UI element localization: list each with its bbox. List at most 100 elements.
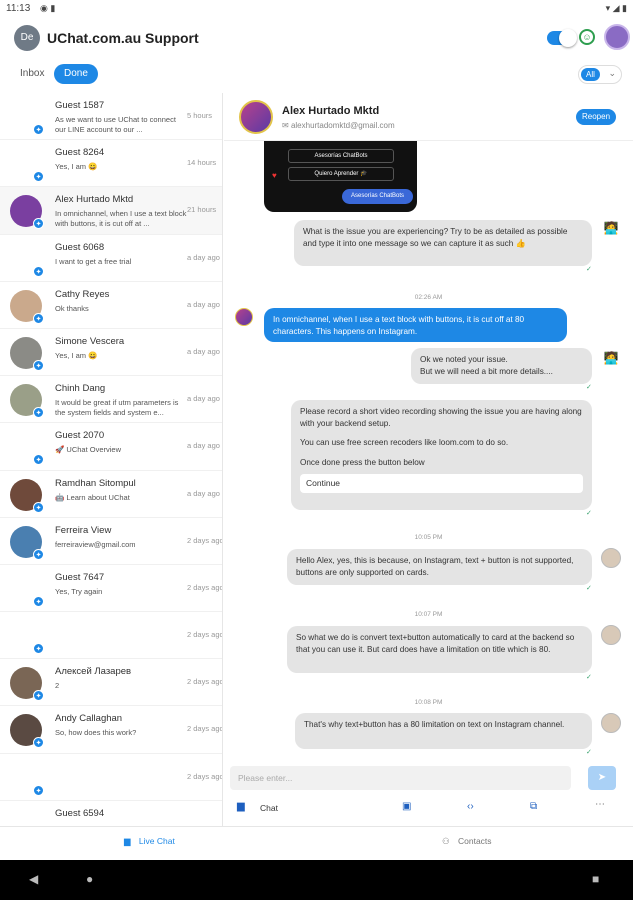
message-text: You can use free screen recoders like lo… <box>300 438 509 447</box>
workspace-title[interactable]: UChat.com.au Support <box>47 30 199 46</box>
customer-message: In omnichannel, when I use a text block … <box>264 308 567 342</box>
nav-live-chat[interactable]: ▆ Live Chat <box>124 836 175 847</box>
contact-avatar[interactable] <box>239 100 273 134</box>
user-avatar[interactable] <box>604 24 630 50</box>
contact-name[interactable]: Alex Hurtado Mktd <box>282 105 379 117</box>
online-toggle[interactable] <box>547 29 577 47</box>
messenger-icon: ✦ <box>33 124 44 135</box>
conversation-item[interactable]: ✦ Ferreira View ferreiraview@gmail.com 2 da… <box>0 518 222 565</box>
more-icon[interactable]: ⋯ <box>595 799 605 810</box>
conversation-list[interactable]: ✦ Guest 1587 As we want to use UChat to co… <box>0 93 223 826</box>
conversation-name: Guest 2070 <box>55 430 105 442</box>
back-icon[interactable]: ◀ <box>29 872 38 886</box>
messenger-icon: ✦ <box>33 359 44 371</box>
conversation-item[interactable]: ✦ Alex Hurtado Mktd In omnichannel, when I… <box>0 187 222 235</box>
contact-email-text: alexhurtadomktd@gmail.com <box>290 121 395 130</box>
conversation-time: 2 days ago <box>187 724 223 734</box>
agent-message: That's why text+button has a 80 limitati… <box>295 713 592 749</box>
messenger-icon: ✦ <box>33 737 44 749</box>
home-icon[interactable]: ● <box>86 872 93 886</box>
workspace-avatar[interactable]: De <box>14 25 40 51</box>
timestamp: 10:07 PM <box>414 611 443 618</box>
conversation-item[interactable]: ✦ 2 days ago <box>0 612 222 660</box>
smile-icon[interactable]: ☺ <box>579 29 595 45</box>
conversation-item[interactable]: ✦ Guest 8264 Yes, I am 😀 14 hours <box>0 140 222 188</box>
conversation-item[interactable]: ✦ Guest 2070 🚀 UChat Overview a day ago <box>0 423 222 471</box>
channel-filter-select[interactable]: All ⌄ <box>578 65 622 84</box>
conversation-name: Ramdhan Sitompul <box>55 477 136 489</box>
agent-message: Hello Alex, yes, this is because, on Ins… <box>287 549 592 585</box>
agent-avatar <box>601 548 621 568</box>
messenger-icon: ✦ <box>33 171 44 183</box>
continue-button[interactable]: Continue <box>300 474 583 493</box>
conversation-item[interactable]: ✦ Алексей Лазарев 2 2 days ago <box>0 659 223 707</box>
message-text: Once done press the button below <box>300 457 425 467</box>
delivered-check-icon: ✓ <box>586 674 592 681</box>
conversation-time: 2 days ago <box>187 677 223 687</box>
nav-contacts[interactable]: ⚇ Contacts <box>442 836 492 847</box>
conversation-name: Cathy Reyes <box>55 288 110 300</box>
conversation-name: Guest 6594 <box>55 807 105 819</box>
conversation-item[interactable]: ✦ Guest 1587 As we want to use UChat to co… <box>0 93 222 141</box>
conversation-item[interactable]: ✦ Cathy Reyes Ok thanks a day ago <box>0 282 222 329</box>
conversation-time: 5 hours <box>187 111 213 120</box>
conversation-time: a day ago <box>187 299 220 309</box>
conversation-item[interactable]: ✦ Andy Callaghan So, how does this work? 2 … <box>0 706 223 754</box>
tab-inbox[interactable]: Inbox <box>20 68 44 79</box>
agent-message: So what we do is convert text+button aut… <box>287 626 592 673</box>
card-action-button[interactable]: Asesorías ChatBots <box>342 189 413 204</box>
composer-toolbar: ▆ Chat ▣ ‹› ⧉ ⋯ <box>224 799 633 819</box>
conversation-item[interactable]: ✦ 2 days ago <box>0 754 222 801</box>
conversation-time: 2 days ago <box>187 582 223 592</box>
conversation-name: Guest 6068 <box>55 241 105 253</box>
bot-avatar: 🧑‍💻 <box>603 221 619 235</box>
reopen-button[interactable]: Reopen <box>576 109 617 125</box>
system-icons: ▾ ◢ ▮ <box>605 3 627 13</box>
conversation-preview: As we want to use UChat to connect our L… <box>55 115 176 134</box>
conversation-item[interactable]: ✦ Guest 7647 Yes, Try again 2 days ago <box>0 565 223 613</box>
conversation-time: a day ago <box>187 441 220 451</box>
message-text: Please record a short video recording sh… <box>300 407 582 428</box>
conversation-preview: Yes, Try again <box>55 586 103 596</box>
image-icon[interactable]: ▣ <box>402 801 411 812</box>
chat-icon[interactable]: ▆ <box>237 801 245 812</box>
conversation-time: a day ago <box>187 488 220 498</box>
android-navigation-bar: ◀ ● ■ <box>0 860 633 900</box>
channel-filter-value: All <box>581 68 600 81</box>
messenger-icon: ✦ <box>33 501 44 513</box>
conversation-time: 2 days ago <box>187 771 223 781</box>
bot-avatar: 🧑‍💻 <box>603 351 619 365</box>
app-header: De UChat.com.au Support ☺ <box>0 17 633 60</box>
conversation-item[interactable]: ✦ Chinh Dang It would be great if utm para… <box>0 376 222 424</box>
message-input[interactable]: Please enter... <box>230 766 571 790</box>
contact-avatar <box>10 809 42 826</box>
bot-message: What is the issue you are experiencing? … <box>294 220 592 266</box>
conversation-time: 14 hours <box>187 158 217 168</box>
agent-avatar <box>601 713 621 733</box>
recents-icon[interactable]: ■ <box>592 872 599 886</box>
code-icon[interactable]: ‹› <box>467 801 474 812</box>
customer-avatar <box>235 308 253 326</box>
messenger-icon: ✦ <box>33 784 44 796</box>
conversation-item[interactable]: ✦ Simone Vescera Yes, I am 😀 a day ago <box>0 329 222 377</box>
delivered-check-icon: ✓ <box>586 585 592 592</box>
agent-avatar <box>601 625 621 645</box>
conversation-preview: 2 <box>55 681 60 691</box>
conversation-preview: In omnichannel, when I use a text block … <box>55 209 187 229</box>
chat-mode-label[interactable]: Chat <box>260 803 278 813</box>
conversation-time: a day ago <box>187 346 220 356</box>
messenger-icon: ✦ <box>33 454 44 466</box>
status-bar: 11:13 ◉ ▮ ▾ ◢ ▮ <box>0 0 633 17</box>
card-option-button[interactable]: Quiero Aprender 🎓 <box>288 167 394 181</box>
conversation-item[interactable]: ✦Guest 6594 <box>0 801 222 826</box>
card-message: Asesorías ChatBots Quiero Aprender 🎓 ♥ A… <box>264 141 417 212</box>
tab-done[interactable]: Done <box>54 64 98 84</box>
send-button[interactable]: ➤ <box>588 766 616 790</box>
card-option-button[interactable]: Asesorías ChatBots <box>288 149 394 163</box>
message-thread[interactable]: Asesorías ChatBots Quiero Aprender 🎓 ♥ A… <box>224 141 633 761</box>
conversation-preview: Yes, I am 😀 <box>55 350 98 360</box>
bot-message: Ok we noted your issue. But we will need… <box>411 348 592 384</box>
conversation-item[interactable]: ✦ Guest 6068 I want to get a free trial a d… <box>0 235 222 282</box>
flow-icon[interactable]: ⧉ <box>530 801 537 812</box>
conversation-item[interactable]: ✦ Ramdhan Sitompul 🤖 Learn about UChat a da… <box>0 471 222 518</box>
